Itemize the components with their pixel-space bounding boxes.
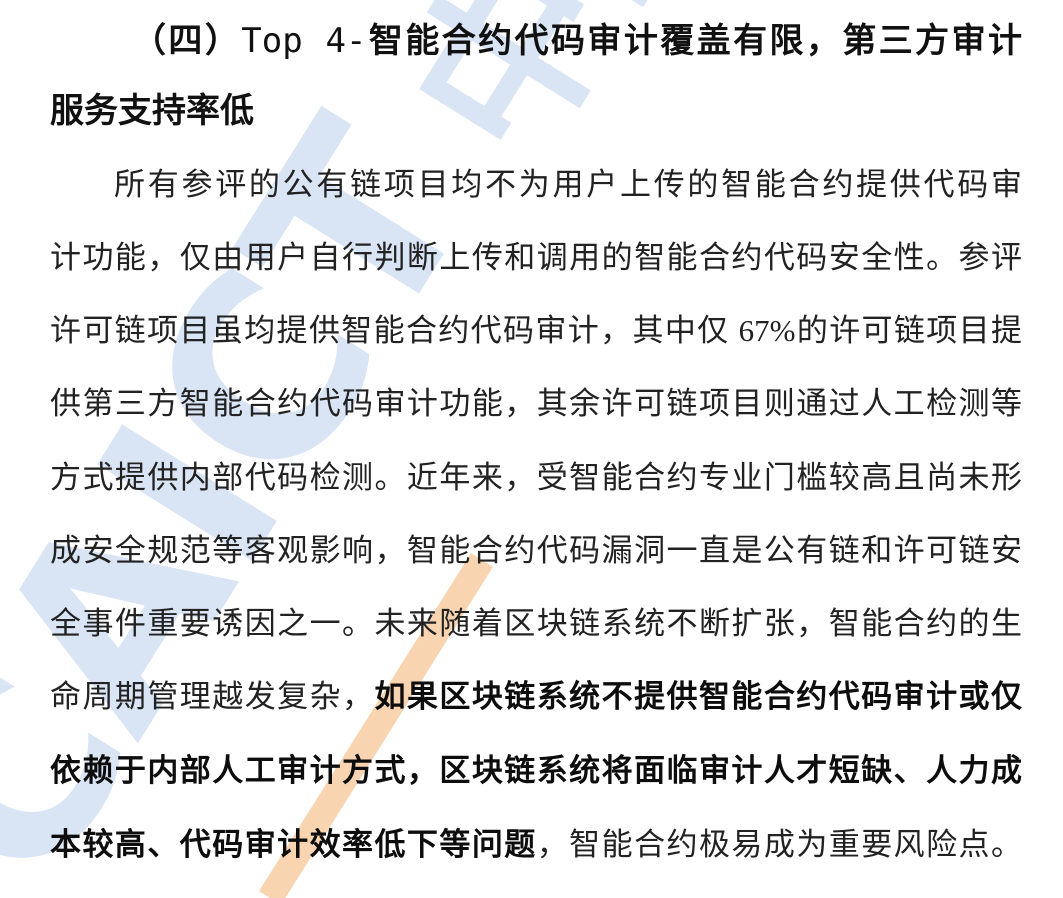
- paragraph-line: 成安全规范等客观影响，智能合约代码漏洞一直是公有链和许可链安: [50, 521, 1022, 581]
- paragraph-line: 依赖于内部人工审计方式，区块链系统将面临审计人才短缺、人力成: [50, 741, 1022, 801]
- paragraph-line: 本较高、代码审计效率低下等问题，智能合约极易成为重要风险点。: [50, 815, 1022, 875]
- line-text: ，智能合约极易成为重要风险点。: [536, 827, 1022, 862]
- section-heading-line-1: （四）Top 4-智能合约代码审计覆盖有限，第三方审计: [132, 16, 1022, 66]
- line-text: 命周期管理越发复杂，: [50, 679, 375, 714]
- emphasized-text: 本较高、代码审计效率低下等问题: [50, 827, 537, 863]
- paragraph-line: 许可链项目虽均提供智能合约代码审计，其中仅 67%的许可链项目提: [50, 301, 1022, 361]
- line-text: 全事件重要诱因之一。未来随着区块链系统不断扩张，智能合约的生: [50, 606, 1022, 641]
- heading-title-text: 智能合约代码审计覆盖有限，第三方审计: [366, 21, 1022, 61]
- paragraph-line: 命周期管理越发复杂，如果区块链系统不提供智能合约代码审计或仅: [50, 667, 1022, 727]
- line-text: 方式提供内部代码检测。近年来，受智能合约专业门槛较高且尚未形: [50, 460, 1022, 495]
- line-text: 供第三方智能合约代码审计功能，其余许可链项目则通过人工检测等: [50, 386, 1022, 421]
- paragraph-line: 所有参评的公有链项目均不为用户上传的智能合约提供代码审: [114, 155, 1022, 215]
- emphasized-text: 如果区块链系统不提供智能合约代码审计或仅: [374, 679, 1022, 715]
- paragraph-line: 计功能，仅由用户自行判断上传和调用的智能合约代码安全性。参评: [50, 228, 1022, 288]
- heading-number: （四）: [132, 21, 242, 61]
- line-text: 计功能，仅由用户自行判断上传和调用的智能合约代码安全性。参评: [50, 240, 1022, 275]
- heading-top-label: Top 4-: [241, 21, 367, 61]
- line-text: 所有参评的公有链项目均不为用户上传的智能合约提供代码审: [114, 167, 1022, 202]
- document-page: （四）Top 4-智能合约代码审计覆盖有限，第三方审计 服务支持率低 所有参评的…: [0, 0, 1063, 898]
- paragraph-line: 供第三方智能合约代码审计功能，其余许可链项目则通过人工检测等: [50, 374, 1022, 434]
- line-text: 成安全规范等客观影响，智能合约代码漏洞一直是公有链和许可链安: [50, 533, 1022, 568]
- emphasized-text: 依赖于内部人工审计方式，区块链系统将面临审计人才短缺、人力成: [50, 753, 1022, 789]
- paragraph-line: 全事件重要诱因之一。未来随着区块链系统不断扩张，智能合约的生: [50, 594, 1022, 654]
- line-text: 许可链项目虽均提供智能合约代码审计，其中仅 67%的许可链项目提: [50, 313, 1022, 348]
- paragraph-line: 方式提供内部代码检测。近年来，受智能合约专业门槛较高且尚未形: [50, 448, 1022, 508]
- section-heading-line-2: 服务支持率低: [50, 91, 254, 131]
